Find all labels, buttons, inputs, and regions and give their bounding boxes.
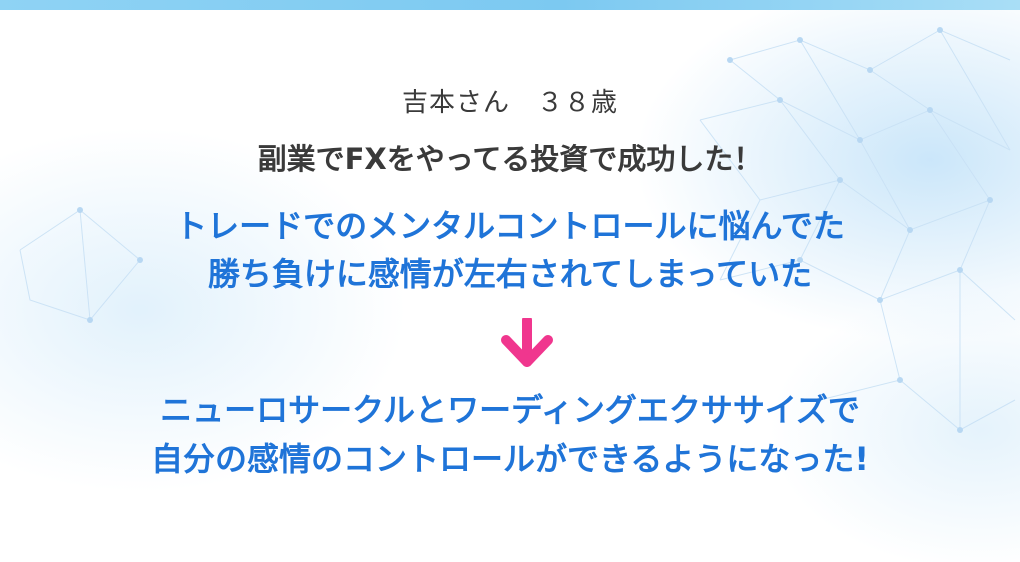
after-line-1: ニューロサークルとワーディングエクササイズで [160,391,860,429]
customer-headline: 副業でFXをやってる投資で成功した！ [257,142,763,176]
down-arrow-icon [501,318,553,367]
customer-name-age: 吉本さん ３８歳 [401,88,618,118]
after-line-2: 自分の感情のコントロールができるようになった! [151,440,869,478]
before-line-2: 勝ち負けに感情が左右されてしまっていた [207,255,813,293]
before-line-1: トレードでのメンタルコントロールに悩んでた [175,207,845,245]
testimonial-panel: 吉本さん ３８歳 副業でFXをやってる投資で成功した！ トレードでのメンタルコン… [0,0,1020,562]
